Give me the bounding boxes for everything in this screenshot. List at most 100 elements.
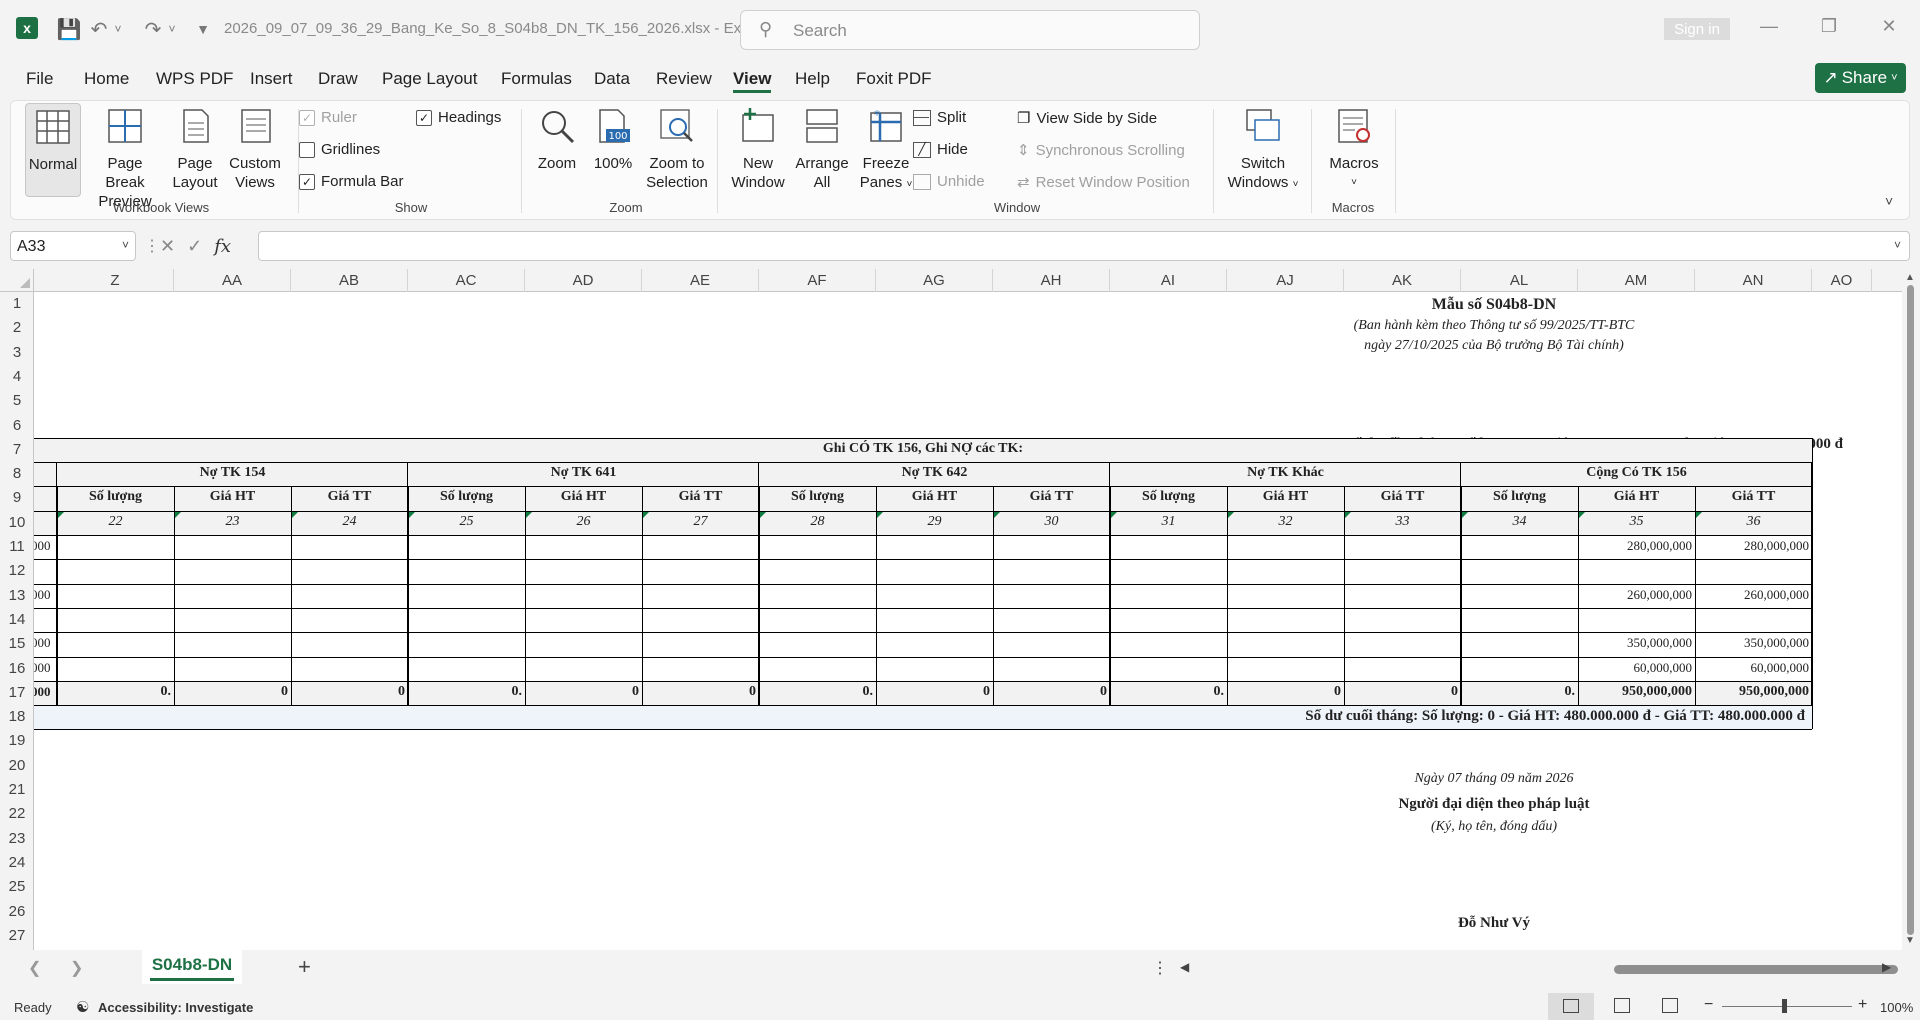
error-indicator-icon[interactable] bbox=[409, 511, 415, 518]
search-input[interactable]: ⚲ Search bbox=[740, 10, 1200, 50]
tab-wps-pdf[interactable]: WPS PDF bbox=[156, 69, 233, 89]
error-indicator-icon[interactable] bbox=[877, 511, 883, 518]
column-header-am[interactable]: AM bbox=[1578, 269, 1695, 292]
cancel-icon[interactable]: ✕ bbox=[160, 236, 175, 257]
synchronous-scrolling-button[interactable]: ⇕ Synchronous Scrolling bbox=[1017, 141, 1185, 160]
row-header-11[interactable]: 11 bbox=[0, 535, 34, 559]
row-header-24[interactable]: 24 bbox=[0, 851, 34, 875]
minimize-icon[interactable]: — bbox=[1754, 16, 1784, 42]
scroll-down-icon[interactable]: ▼ bbox=[1905, 935, 1915, 946]
name-box[interactable]: A33 ˅ bbox=[10, 231, 136, 261]
vertical-scroll-thumb[interactable] bbox=[1907, 285, 1914, 935]
column-header-ae[interactable]: AE bbox=[642, 269, 759, 292]
headings-checkbox[interactable]: ✓ Headings bbox=[416, 109, 501, 126]
row-header-3[interactable]: 3 bbox=[0, 341, 34, 365]
row-header-18[interactable]: 18 bbox=[0, 705, 34, 729]
column-header-ad[interactable]: AD bbox=[525, 269, 642, 292]
column-header-ac[interactable]: AC bbox=[408, 269, 525, 292]
row-header-4[interactable]: 4 bbox=[0, 365, 34, 389]
row-header-19[interactable]: 19 bbox=[0, 729, 34, 753]
column-header-an[interactable]: AN bbox=[1695, 269, 1812, 292]
macros-button[interactable]: Macros ˅ bbox=[1323, 107, 1385, 192]
switch-windows-button[interactable]: Switch Windows ˅ bbox=[1221, 107, 1305, 194]
worksheet-grid[interactable]: Mẫu số S04b8-DN (Ban hành kèm theo Thông… bbox=[34, 292, 1902, 950]
zoom-slider[interactable] bbox=[1722, 1006, 1852, 1007]
tab-insert[interactable]: Insert bbox=[250, 69, 293, 89]
freeze-panes-button[interactable]: * Freeze Panes ˅ bbox=[857, 107, 915, 194]
row-header-9[interactable]: 9 bbox=[0, 486, 34, 510]
new-window-button[interactable]: New Window bbox=[727, 107, 789, 192]
normal-view-status-button[interactable] bbox=[1548, 993, 1594, 1020]
tab-draw[interactable]: Draw bbox=[318, 69, 358, 89]
page-layout-status-icon[interactable] bbox=[1614, 998, 1630, 1013]
tab-formulas[interactable]: Formulas bbox=[501, 69, 572, 89]
tab-foxit-pdf[interactable]: Foxit PDF bbox=[856, 69, 932, 89]
zoom-button[interactable]: Zoom bbox=[531, 107, 583, 173]
accessibility-status[interactable]: Accessibility: Investigate bbox=[98, 1000, 253, 1015]
column-header-al[interactable]: AL bbox=[1461, 269, 1578, 292]
unhide-button[interactable]: Unhide bbox=[913, 173, 985, 190]
error-indicator-icon[interactable] bbox=[1462, 511, 1468, 518]
zoom-out-icon[interactable]: − bbox=[1704, 996, 1713, 1014]
formula-bar-checkbox[interactable]: ✓ Formula Bar bbox=[299, 173, 404, 190]
close-icon[interactable]: ✕ bbox=[1874, 16, 1904, 42]
row-header-20[interactable]: 20 bbox=[0, 754, 34, 778]
gridlines-checkbox[interactable]: Gridlines bbox=[299, 141, 380, 158]
insert-function-icon[interactable]: fx bbox=[214, 236, 231, 257]
row-header-12[interactable]: 12 bbox=[0, 559, 34, 583]
split-button[interactable]: Split bbox=[913, 109, 966, 126]
horizontal-scroll-thumb[interactable] bbox=[1614, 965, 1898, 974]
column-header-ak[interactable]: AK bbox=[1344, 269, 1461, 292]
prev-sheet-icon[interactable]: ❮ bbox=[28, 958, 41, 978]
column-header-ag[interactable]: AG bbox=[876, 269, 993, 292]
zoom-slider-thumb[interactable] bbox=[1782, 999, 1787, 1013]
customize-toolbar-icon[interactable]: ▼ bbox=[190, 16, 216, 42]
zoom-to-selection-button[interactable]: Zoom to Selection bbox=[639, 107, 715, 192]
zoom-in-icon[interactable]: + bbox=[1858, 996, 1867, 1014]
column-header-z[interactable]: Z bbox=[57, 269, 174, 292]
row-header-23[interactable]: 23 bbox=[0, 827, 34, 851]
zoom-level[interactable]: 100% bbox=[1880, 1000, 1913, 1015]
tab-help[interactable]: Help bbox=[795, 69, 830, 89]
error-indicator-icon[interactable] bbox=[1345, 511, 1351, 518]
scroll-up-icon[interactable]: ▲ bbox=[1905, 272, 1915, 283]
row-header-6[interactable]: 6 bbox=[0, 414, 34, 438]
page-break-preview-button[interactable]: Page Break Preview bbox=[87, 107, 163, 211]
column-header-ao[interactable]: AO bbox=[1812, 269, 1872, 292]
column-header-af[interactable]: AF bbox=[759, 269, 876, 292]
row-header-15[interactable]: 15 bbox=[0, 632, 34, 656]
zoom-100-button[interactable]: 100 100% bbox=[589, 107, 637, 173]
formula-input[interactable]: ˅ bbox=[258, 231, 1910, 261]
tab-home[interactable]: Home bbox=[84, 69, 129, 89]
collapse-ribbon-icon[interactable]: ˅ bbox=[1885, 193, 1893, 209]
column-header-aa[interactable]: AA bbox=[174, 269, 291, 292]
row-header-21[interactable]: 21 bbox=[0, 778, 34, 802]
restore-icon[interactable]: ❐ bbox=[1814, 16, 1844, 42]
add-sheet-icon[interactable]: + bbox=[298, 954, 311, 980]
error-indicator-icon[interactable] bbox=[526, 511, 532, 518]
row-header-17[interactable]: 17 bbox=[0, 681, 34, 705]
tab-view[interactable]: View bbox=[733, 69, 771, 89]
row-header-1[interactable]: 1 bbox=[0, 292, 34, 316]
redo-dropdown-icon[interactable]: ˅ bbox=[166, 16, 178, 42]
undo-dropdown-icon[interactable]: ˅ bbox=[112, 16, 124, 42]
page-break-status-icon[interactable] bbox=[1662, 998, 1678, 1013]
normal-view-button[interactable]: Normal bbox=[25, 103, 81, 197]
row-header-2[interactable]: 2 bbox=[0, 316, 34, 340]
expand-formula-icon[interactable]: ˅ bbox=[1894, 238, 1901, 252]
error-indicator-icon[interactable] bbox=[994, 511, 1000, 518]
view-side-by-side-button[interactable]: ❐ View Side by Side bbox=[1017, 109, 1157, 128]
error-indicator-icon[interactable] bbox=[175, 511, 181, 518]
row-header-27[interactable]: 27 bbox=[0, 924, 34, 948]
row-header-5[interactable]: 5 bbox=[0, 389, 34, 413]
error-indicator-icon[interactable] bbox=[1696, 511, 1702, 518]
redo-icon[interactable]: ↷ bbox=[140, 16, 166, 42]
row-header-10[interactable]: 10 bbox=[0, 511, 34, 535]
row-header-7[interactable]: 7 bbox=[0, 438, 34, 462]
enter-icon[interactable]: ✓ bbox=[187, 236, 202, 257]
error-indicator-icon[interactable] bbox=[58, 511, 64, 518]
scroll-left-icon[interactable]: ◀ bbox=[1180, 960, 1189, 974]
error-indicator-icon[interactable] bbox=[1579, 511, 1585, 518]
next-sheet-icon[interactable]: ❯ bbox=[70, 958, 83, 978]
ruler-checkbox[interactable]: ✓ Ruler bbox=[299, 109, 357, 126]
